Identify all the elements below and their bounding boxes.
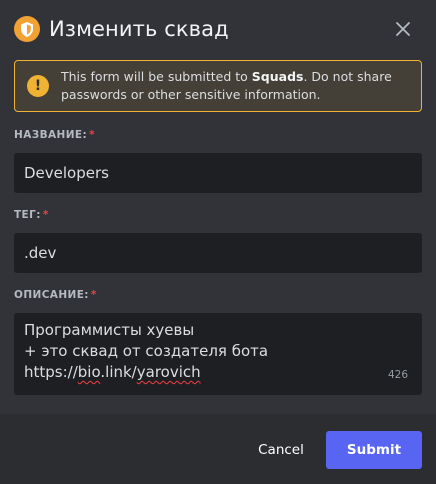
name-required-mark: * [89, 129, 95, 141]
close-icon[interactable] [392, 18, 414, 40]
tag-input[interactable]: .dev [14, 233, 422, 273]
description-label-text: ОПИСАНИЕ: [14, 289, 89, 301]
submit-button[interactable]: Submit [326, 431, 422, 469]
modal-header: Изменить сквад [14, 14, 422, 44]
warning-text-before: This form will be submitted to [61, 69, 252, 84]
link-mid: .link/ [100, 363, 137, 381]
description-required-mark: * [90, 289, 97, 301]
modal-footer: Cancel Submit [0, 414, 436, 484]
description-textarea[interactable]: Программисты хуевы + это сквад от создат… [14, 313, 422, 395]
link-domain: bio [77, 363, 101, 381]
tag-required-mark: * [42, 209, 49, 221]
link-prefix: https:// [24, 363, 78, 381]
warning-icon: ! [27, 75, 49, 97]
character-counter: 426 [387, 369, 408, 381]
warning-banner: ! This form will be submitted to Squads.… [14, 60, 422, 112]
name-input[interactable]: Developers [14, 153, 422, 193]
description-line-2: + это сквад от создателя бота [24, 342, 269, 360]
shield-icon [14, 16, 40, 42]
edit-squad-modal: Изменить сквад ! This form will be submi… [0, 0, 436, 484]
description-line-1: Программисты хуевы [24, 321, 195, 339]
warning-text: This form will be submitted to Squads. D… [61, 68, 421, 104]
tag-label: ТЕГ: * [14, 209, 49, 221]
warning-target: Squads [251, 69, 304, 84]
description-label: ОПИСАНИЕ: * [14, 289, 97, 301]
description-line-3: https://bio.link/yarovich [24, 362, 412, 383]
link-user: yarovich [136, 363, 201, 381]
tag-label-text: ТЕГ: [14, 209, 41, 221]
name-label: НАЗВАНИЕ: * [14, 129, 95, 141]
cancel-button[interactable]: Cancel [246, 431, 316, 469]
modal-title: Изменить сквад [49, 17, 229, 41]
name-label-text: НАЗВАНИЕ: [14, 129, 88, 141]
